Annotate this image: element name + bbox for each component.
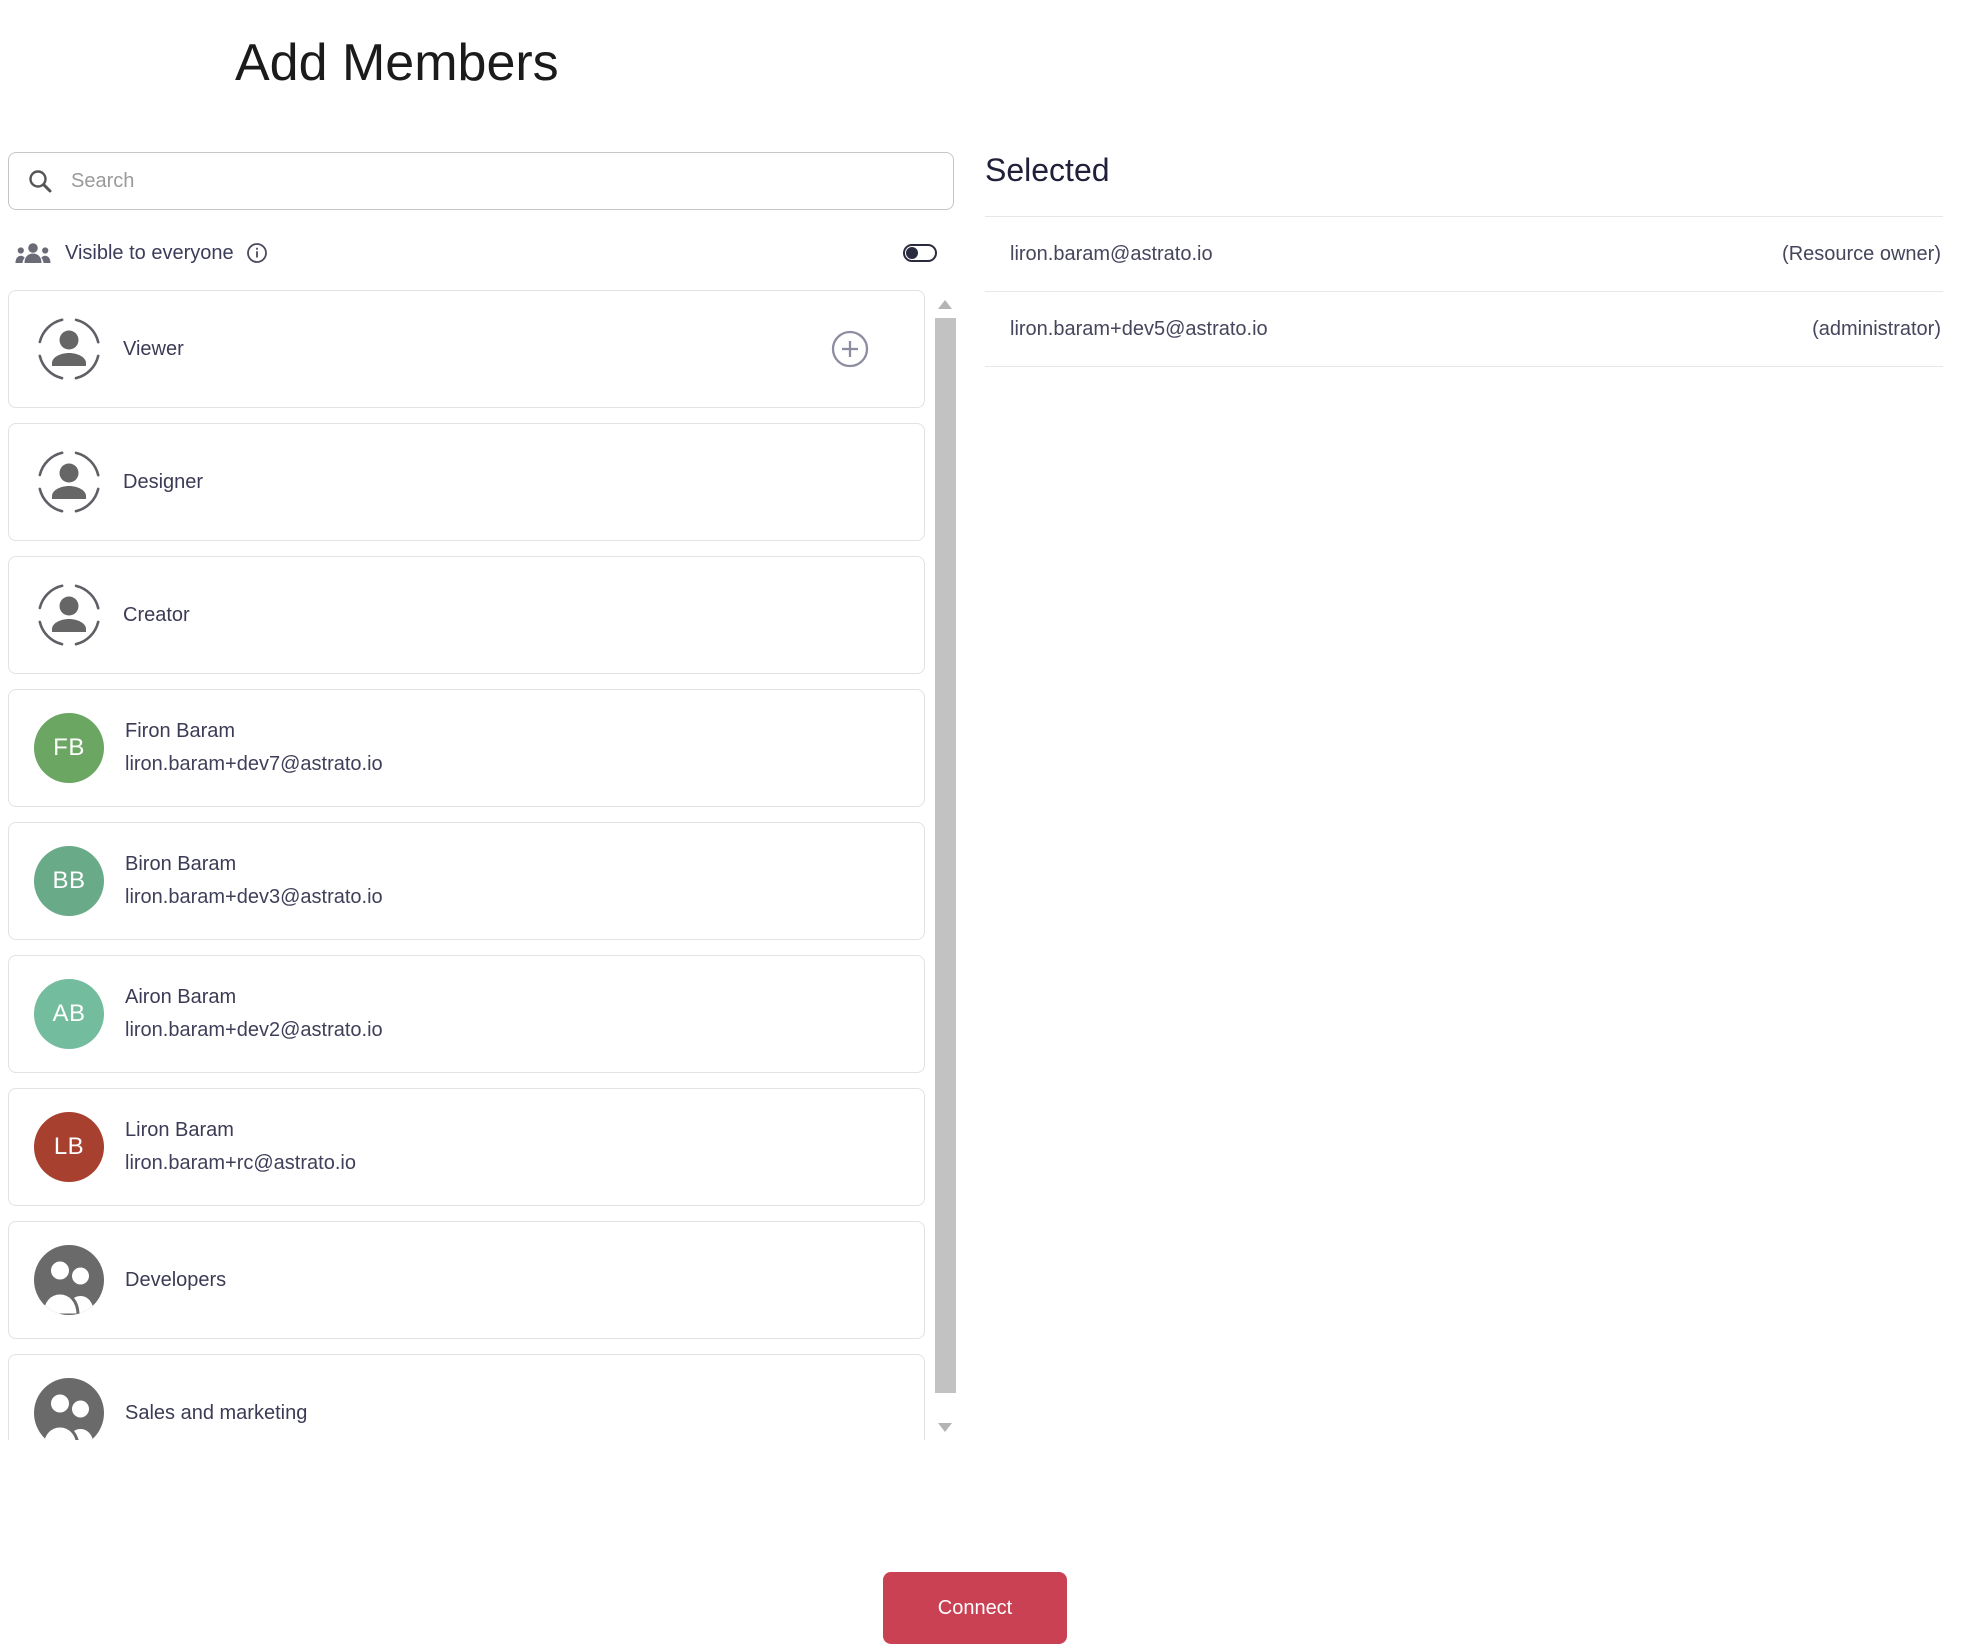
user-email: liron.baram+dev3@astrato.io <box>125 886 383 908</box>
group-avatar-icon <box>34 1378 104 1440</box>
avatar: LB <box>34 1112 104 1182</box>
list-item-label: Sales and marketing <box>125 1401 308 1424</box>
selected-panel: Selected liron.baram@astrato.io (Resourc… <box>985 150 1943 367</box>
members-list: Viewer Designer Creator FB Firon Baram l… <box>8 290 956 1440</box>
selected-title: Selected <box>985 152 1110 188</box>
list-item-role-viewer[interactable]: Viewer <box>8 290 925 408</box>
list-item-group[interactable]: Sales and marketing <box>8 1354 925 1440</box>
user-email: liron.baram+dev2@astrato.io <box>125 1019 383 1041</box>
info-icon[interactable] <box>246 242 268 264</box>
avatar: BB <box>34 846 104 916</box>
list-item-user[interactable]: BB Biron Baram liron.baram+dev3@astrato.… <box>8 822 925 940</box>
list-item-label: Developers <box>125 1268 227 1291</box>
avatar: FB <box>34 713 104 783</box>
page-title: Add Members <box>235 33 559 92</box>
list-item-label: Viewer <box>123 337 184 360</box>
list-item-user[interactable]: FB Firon Baram liron.baram+dev7@astrato.… <box>8 689 925 807</box>
selected-member-role: (Resource owner) <box>1782 242 1941 265</box>
visibility-row: Visible to everyone <box>15 236 953 270</box>
groups-icon <box>15 243 51 263</box>
user-name: Firon Baram <box>125 720 236 742</box>
list-item-role-designer[interactable]: Designer <box>8 423 925 541</box>
scroll-up-arrow-icon[interactable] <box>938 300 952 309</box>
list-item-label: Creator <box>123 603 190 626</box>
plus-circle-icon <box>831 330 869 368</box>
list-item-user[interactable]: AB Airon Baram liron.baram+dev2@astrato.… <box>8 955 925 1073</box>
search-box <box>8 152 954 210</box>
avatar: AB <box>34 979 104 1049</box>
user-name: Biron Baram <box>125 853 237 875</box>
toggle-knob <box>906 247 918 259</box>
connect-button[interactable]: Connect <box>883 1572 1067 1644</box>
list-item-group[interactable]: Developers <box>8 1221 925 1339</box>
visibility-label: Visible to everyone <box>65 241 234 264</box>
user-name: Liron Baram <box>125 1119 234 1141</box>
selected-member-row: liron.baram@astrato.io (Resource owner) <box>985 217 1943 292</box>
user-email: liron.baram+rc@astrato.io <box>125 1152 356 1174</box>
add-member-button[interactable] <box>831 330 869 368</box>
search-icon <box>29 170 52 193</box>
selected-list: liron.baram@astrato.io (Resource owner) … <box>985 216 1943 367</box>
scrollbar[interactable] <box>935 292 956 1438</box>
selected-member-row: liron.baram+dev5@astrato.io (administrat… <box>985 292 1943 367</box>
selected-member-email: liron.baram+dev5@astrato.io <box>1010 317 1268 340</box>
add-members-dialog: Add Members Visible to everyone <box>0 0 1973 1651</box>
scroll-down-arrow-icon[interactable] <box>938 1423 952 1432</box>
visibility-toggle[interactable] <box>903 244 937 262</box>
selected-member-role: (administrator) <box>1812 317 1941 340</box>
role-avatar-icon <box>37 450 101 514</box>
scrollbar-thumb[interactable] <box>935 318 956 1393</box>
list-item-label: Designer <box>123 470 204 493</box>
role-avatar-icon <box>37 317 101 381</box>
role-avatar-icon <box>37 583 101 647</box>
list-item-user[interactable]: LB Liron Baram liron.baram+rc@astrato.io <box>8 1088 925 1206</box>
search-input[interactable] <box>69 168 935 194</box>
user-email: liron.baram+dev7@astrato.io <box>125 753 383 775</box>
group-avatar-icon <box>34 1245 104 1315</box>
user-name: Airon Baram <box>125 986 237 1008</box>
selected-member-email: liron.baram@astrato.io <box>1010 242 1213 265</box>
list-item-role-creator[interactable]: Creator <box>8 556 925 674</box>
